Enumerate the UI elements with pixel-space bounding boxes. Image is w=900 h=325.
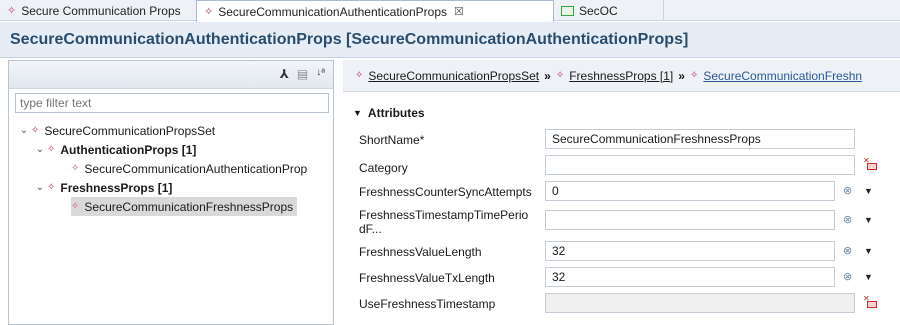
field-label: FreshnessValueTxLength — [359, 271, 495, 285]
outline-pane: ⅄ ▤ ↓ᵃ ⌄ ✧ SecureCommunicationPropsSet ⌄… — [8, 60, 334, 325]
close-icon[interactable]: ☒ — [454, 5, 464, 18]
editor-tab-bar: ✧ Secure Communication Props ✧ SecureCom… — [0, 0, 900, 22]
gem-icon: ✧ — [355, 70, 364, 81]
package-icon — [561, 5, 574, 16]
tab-label: Secure Communication Props — [21, 3, 181, 18]
clear-value-icon[interactable] — [863, 156, 877, 170]
reset-default-icon[interactable]: ⊗ — [843, 213, 852, 226]
chevron-down-icon[interactable]: ⌄ — [17, 125, 31, 136]
outline-toolbar: ⅄ ▤ ↓ᵃ — [9, 61, 333, 89]
filter-input[interactable] — [15, 93, 329, 113]
gem-icon: ✧ — [7, 5, 17, 17]
collapse-triangle-icon[interactable]: ▼ — [353, 108, 362, 118]
field-label: FreshnessTimestampTimePerio dF... — [359, 208, 529, 236]
breadcrumb-separator-icon: » — [544, 68, 551, 83]
reset-default-icon[interactable]: ⊗ — [843, 244, 852, 257]
tree-node-label: SecureCommunicationFreshnessProps — [84, 199, 294, 214]
shortname-field[interactable] — [545, 129, 855, 149]
gem-icon: ✧ — [31, 125, 40, 136]
reset-default-icon[interactable]: ⊗ — [843, 184, 852, 197]
tree-node-authentication-props[interactable]: ⌄ ✧ AuthenticationProps [1] — [33, 140, 197, 159]
tab-secure-communication-props[interactable]: ✧ Secure Communication Props — [0, 0, 196, 21]
breadcrumb-item[interactable]: FreshnessProps [1] — [569, 69, 673, 83]
breadcrumb: ✧ SecureCommunicationPropsSet » ✧ Freshn… — [343, 60, 900, 92]
gem-icon: ✧ — [47, 182, 56, 193]
gem-icon: ✧ — [204, 6, 214, 18]
attributes-section-header[interactable]: ▼ Attributes — [353, 106, 425, 120]
chevron-down-icon[interactable]: ▼ — [864, 246, 873, 256]
tab-label: SecureCommunicationAuthenticationProps — [218, 4, 448, 19]
gem-icon: ✧ — [555, 70, 565, 81]
document-icon[interactable]: ▤ — [297, 67, 308, 81]
chevron-down-icon[interactable]: ⌄ — [33, 144, 47, 155]
sort-alpha-icon[interactable]: ↓ᵃ — [316, 67, 325, 81]
section-title: Attributes — [367, 106, 425, 120]
freshness-timestamp-time-period-field[interactable] — [545, 210, 835, 230]
editor-header: SecureCommunicationAuthenticationProps [… — [0, 22, 900, 58]
reset-default-icon[interactable]: ⊗ — [843, 270, 852, 283]
field-label: ShortName* — [359, 133, 425, 147]
tree-node-label: FreshnessProps [1] — [60, 180, 173, 195]
tree-node-label: AuthenticationProps [1] — [60, 142, 197, 157]
gem-icon: ✧ — [71, 201, 80, 212]
freshness-counter-sync-attempts-field[interactable] — [545, 181, 835, 201]
tree-node-freshness-props[interactable]: ⌄ ✧ FreshnessProps [1] — [33, 178, 173, 197]
tree-node-secure-communication-freshness-props[interactable]: ✧ SecureCommunicationFreshnessProps — [71, 197, 298, 216]
gem-icon: ✧ — [47, 144, 56, 155]
freshness-value-tx-length-field[interactable] — [545, 267, 835, 287]
chevron-down-icon[interactable]: ⌄ — [33, 182, 47, 193]
tab-secoc[interactable]: SecOC — [554, 0, 664, 21]
field-label: UseFreshnessTimestamp — [359, 297, 496, 311]
category-field[interactable] — [545, 155, 855, 175]
field-label: FreshnessValueLength — [359, 245, 482, 259]
tree-node-secure-communication-props-set[interactable]: ⌄ ✧ SecureCommunicationPropsSet — [17, 121, 215, 140]
breadcrumb-separator-icon: » — [678, 68, 685, 83]
chevron-down-icon[interactable]: ▼ — [864, 186, 873, 196]
details-pane: ✧ SecureCommunicationPropsSet » ✧ Freshn… — [343, 60, 900, 325]
tree-node-label: SecureCommunicationPropsSet — [44, 123, 216, 138]
breadcrumb-item[interactable]: SecureCommunicationPropsSet — [368, 69, 539, 83]
use-freshness-timestamp-field[interactable] — [545, 293, 855, 313]
field-label: Category — [359, 161, 408, 175]
tree-node-secure-communication-authentication-prop[interactable]: ✧ SecureCommunicationAuthenticationProp — [71, 159, 307, 178]
chevron-down-icon[interactable]: ▼ — [864, 272, 873, 282]
freshness-value-length-field[interactable] — [545, 241, 835, 261]
tab-secure-communication-authentication-props[interactable]: ✧ SecureCommunicationAuthenticationProps… — [196, 0, 554, 22]
gem-icon: ✧ — [71, 163, 80, 174]
clear-value-icon[interactable] — [863, 294, 877, 308]
hierarchy-icon[interactable]: ⅄ — [280, 67, 289, 81]
gem-icon: ✧ — [689, 70, 699, 81]
tree-node-label: SecureCommunicationAuthenticationProp — [84, 161, 308, 176]
editor-title: SecureCommunicationAuthenticationProps [… — [10, 31, 689, 48]
field-label: FreshnessCounterSyncAttempts — [359, 185, 532, 199]
breadcrumb-item[interactable]: SecureCommunicationFreshn — [703, 69, 862, 83]
tab-label: SecOC — [579, 3, 618, 18]
chevron-down-icon[interactable]: ▼ — [864, 215, 873, 225]
